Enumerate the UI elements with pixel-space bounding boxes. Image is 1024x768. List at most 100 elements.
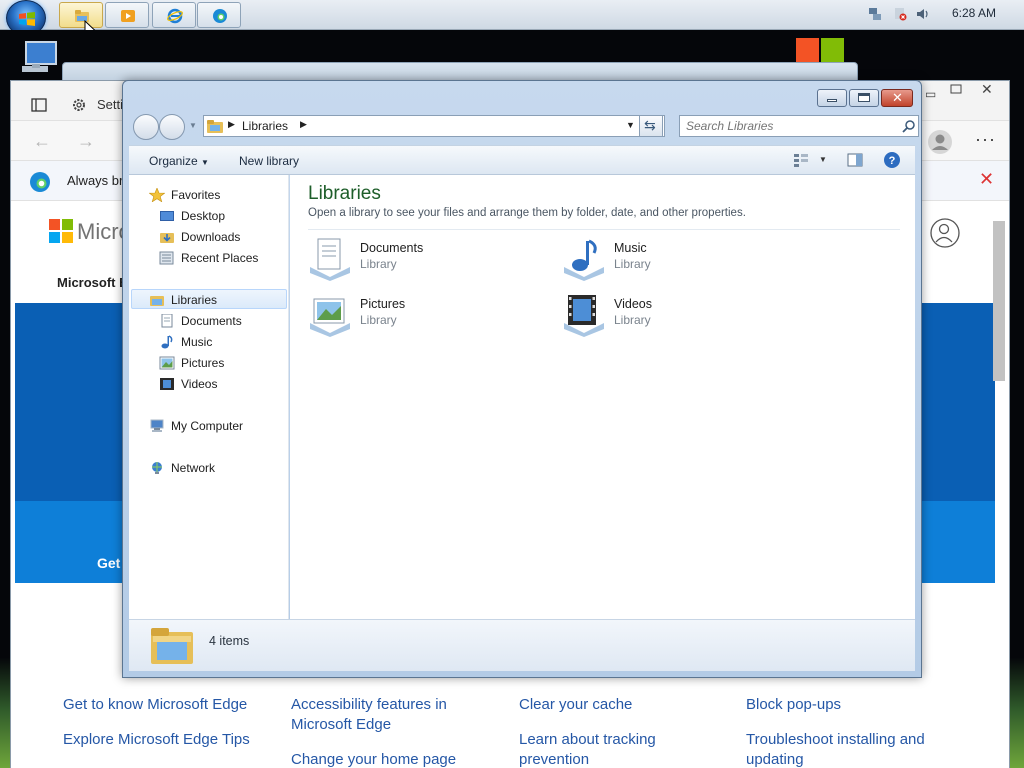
info-bar-close-icon[interactable]: ✕: [979, 169, 994, 190]
details-pane: 4 items: [129, 619, 915, 671]
pictures-icon: [159, 356, 175, 370]
close-button[interactable]: ✕: [881, 89, 913, 107]
internet-explorer-icon: [167, 8, 183, 24]
edge-restore-icon[interactable]: [949, 83, 963, 95]
breadcrumb-arrow-icon[interactable]: ▶: [228, 119, 235, 130]
new-library-button[interactable]: New library: [239, 154, 299, 168]
divider: [308, 229, 900, 230]
edge-logo-icon: [30, 172, 50, 192]
minimize-button[interactable]: [817, 89, 847, 107]
edge-nav-label[interactable]: Microsoft E: [57, 275, 128, 290]
more-options-icon[interactable]: ···: [975, 129, 996, 150]
computer-icon: [150, 419, 164, 432]
page-title: Libraries: [308, 183, 381, 204]
forward-arrow-icon[interactable]: →: [77, 131, 95, 152]
taskbar-explorer-button[interactable]: [59, 2, 103, 28]
svg-text:?: ?: [889, 155, 896, 167]
account-icon[interactable]: [929, 217, 961, 249]
maximize-icon: [858, 93, 870, 102]
preview-pane-icon[interactable]: [847, 153, 863, 167]
videos-library-icon: [564, 295, 604, 337]
breadcrumb-arrow-icon[interactable]: ▶: [300, 119, 307, 130]
library-type: Library: [360, 257, 397, 271]
edge-minimize-glyph[interactable]: ▭: [925, 87, 936, 101]
libraries-icon: [150, 296, 164, 306]
refresh-button[interactable]: ⇆: [639, 115, 663, 137]
profile-avatar-icon[interactable]: [927, 129, 953, 155]
close-icon: ✕: [892, 90, 903, 105]
search-icon[interactable]: [902, 119, 916, 133]
help-icon[interactable]: ?: [883, 151, 901, 169]
library-type: Library: [614, 257, 651, 271]
media-player-icon: [121, 10, 135, 22]
action-center-tray-icon[interactable]: [893, 7, 907, 21]
organize-label: Organize: [149, 154, 198, 168]
organize-chevron-icon: ▼: [201, 158, 209, 167]
library-tile-music[interactable]: Music Library: [560, 235, 800, 283]
help-link[interactable]: Get to know Microsoft Edge: [63, 695, 273, 715]
library-name: Pictures: [360, 297, 406, 311]
volume-tray-icon[interactable]: [916, 7, 930, 21]
help-link[interactable]: Troubleshoot installing and updating: [746, 730, 956, 768]
minimize-icon: [827, 99, 837, 102]
edge-icon: [213, 9, 227, 23]
library-type: Library: [360, 313, 397, 327]
address-dropdown-icon[interactable]: ▼: [626, 120, 635, 130]
music-note-icon: [161, 335, 173, 349]
back-arrow-icon[interactable]: ←: [33, 131, 51, 152]
library-name: Music: [614, 241, 647, 255]
edge-scrollbar[interactable]: [993, 221, 1005, 381]
pictures-library-icon: [310, 298, 350, 337]
computer-desktop-icon[interactable]: [18, 40, 60, 78]
command-bar: Organize ▼ New library ▼ ?: [129, 145, 915, 175]
help-link[interactable]: Explore Microsoft Edge Tips: [63, 730, 273, 750]
edge-close-glyph[interactable]: ✕: [981, 81, 993, 98]
maximize-button[interactable]: [849, 89, 879, 107]
breadcrumb-libraries[interactable]: Libraries: [242, 119, 288, 133]
change-view-icon[interactable]: [793, 153, 809, 167]
tab-actions-icon[interactable]: [31, 98, 47, 112]
explorer-window: ✕ ▼ ▶ Libraries ▶ ▼ ⇆ Organize ▼ New lib…: [122, 80, 922, 678]
taskbar-media-player-button[interactable]: [105, 2, 149, 28]
help-link[interactable]: Accessibility features in Microsoft Edge: [291, 695, 491, 735]
library-name: Videos: [614, 297, 652, 311]
network-icon: [152, 462, 162, 474]
hero-button[interactable]: Get: [97, 555, 120, 571]
organize-button[interactable]: Organize ▼: [149, 154, 209, 168]
libraries-folder-icon: [207, 120, 223, 133]
documents-library-icon: [310, 238, 350, 281]
search-input[interactable]: [686, 118, 896, 134]
documents-icon: [161, 314, 173, 328]
taskbar-edge-button[interactable]: [197, 2, 241, 28]
help-link[interactable]: Clear your cache: [519, 695, 719, 715]
tray-clock[interactable]: 6:28 AM: [952, 6, 996, 20]
search-box[interactable]: [679, 115, 919, 137]
library-type: Library: [614, 313, 651, 327]
background-window-titlebar: [62, 62, 858, 82]
back-button[interactable]: [133, 114, 159, 140]
help-link[interactable]: Block pop-ups: [746, 695, 956, 715]
forward-button[interactable]: [159, 114, 185, 140]
network-tray-icon[interactable]: [868, 7, 882, 21]
libraries-large-icon: [151, 628, 193, 664]
content-pane: Libraries Open a library to see your fil…: [290, 175, 915, 619]
edge-help-links: Get to know Microsoft Edge Explore Micro…: [11, 681, 1009, 768]
library-tile-pictures[interactable]: Pictures Library: [306, 291, 546, 339]
library-tile-videos[interactable]: Videos Library: [560, 291, 800, 339]
settings-tab-label[interactable]: Setti: [97, 97, 123, 112]
library-tile-documents[interactable]: Documents Library: [306, 235, 546, 283]
help-link[interactable]: Change your home page: [291, 750, 491, 768]
help-link[interactable]: Learn about tracking prevention: [519, 730, 719, 768]
view-options-chevron-icon[interactable]: ▼: [819, 155, 827, 164]
recent-places-icon: [159, 251, 174, 265]
taskbar-ie-button[interactable]: [152, 2, 196, 28]
downloads-folder-icon: [160, 233, 174, 243]
videos-icon: [160, 378, 174, 390]
navigation-pane: Favorites Desktop Downloads Recent Place…: [129, 175, 289, 619]
recent-pages-chevron-icon[interactable]: ▼: [189, 121, 197, 130]
address-bar[interactable]: ▶ Libraries ▶ ▼: [203, 115, 665, 137]
microsoft-logo-icon: [796, 38, 844, 62]
item-count: 4 items: [209, 634, 250, 648]
page-description: Open a library to see your files and arr…: [308, 207, 746, 219]
star-icon: [149, 188, 165, 202]
